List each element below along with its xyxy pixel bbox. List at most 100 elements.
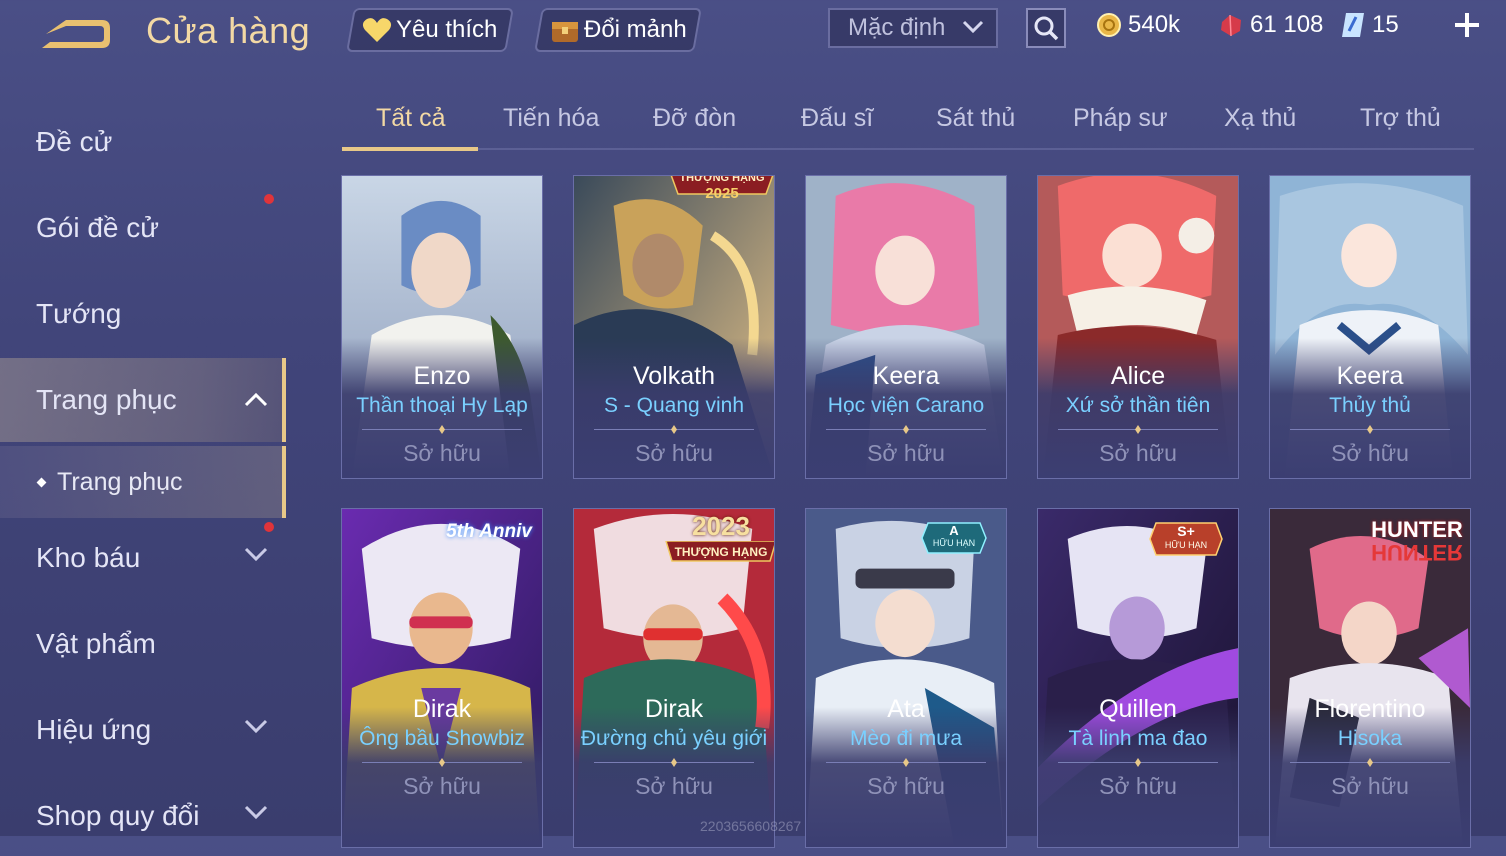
chevron-down-icon: [244, 805, 268, 820]
sidebar-item-items[interactable]: Vật phẩm: [0, 604, 286, 684]
sidebar-item-treasure[interactable]: Kho báu: [0, 518, 286, 598]
skin-card[interactable]: Enzo Thần thoại Hy Lạp Sở hữu: [341, 175, 543, 479]
gem-amount: 61 108: [1250, 11, 1324, 38]
sidebar-item-label: Hiệu ứng: [36, 714, 152, 745]
badge-rank: A: [949, 523, 959, 538]
collab-title-mirrored: HUNTER: [1371, 540, 1463, 565]
sort-value: Mặc định: [848, 14, 946, 41]
badge-year: 2025: [705, 185, 739, 202]
sidebar-item-bundles[interactable]: Gói đề cử: [0, 188, 286, 268]
sidebar-item-label: Kho báu: [36, 542, 141, 573]
collab-badge: HUNTER HUNTER: [1362, 517, 1470, 567]
search-button[interactable]: [1026, 8, 1066, 48]
notification-dot: [264, 194, 274, 204]
skin-name: Tà linh ma đao: [1068, 727, 1208, 750]
search-icon: [1034, 16, 1059, 41]
ownership-status: Sở hữu: [1099, 440, 1177, 466]
badge-tier: THƯỢNG HẠNG: [674, 545, 768, 559]
gold-amount: 540k: [1128, 11, 1181, 38]
sidebar-item-label: Trang phục: [36, 384, 177, 415]
tab-assassin[interactable]: Sát thủ: [936, 104, 1015, 133]
tab-mage[interactable]: Pháp sư: [1073, 104, 1168, 133]
favorites-label: Yêu thích: [396, 16, 498, 43]
badge-tier: THƯỢNG HẠNG: [679, 175, 765, 184]
tab-fighter[interactable]: Đấu sĩ: [801, 104, 873, 133]
skin-card[interactable]: 5th Anniv Dirak Ông bầu Showbiz Sở hữu: [341, 508, 543, 848]
ownership-status: Sở hữu: [867, 440, 945, 466]
skin-card[interactable]: Keera Học viện Carano Sở hữu: [805, 175, 1007, 479]
favorites-button[interactable]: Yêu thích: [346, 8, 514, 52]
red-gem-icon: [1218, 12, 1244, 38]
hero-name: Volkath: [632, 362, 715, 390]
skin-name: Xứ sở thần tiên: [1065, 394, 1211, 417]
premium-badge: 2023 THƯỢNG HẠNG: [664, 511, 774, 567]
top-bar: Cửa hàng Yêu thích Đổi mảnh Mặc định 540…: [0, 0, 1506, 62]
badge-tier: HỮU HẠN: [932, 538, 976, 548]
skin-card[interactable]: 2023 THƯỢNG HẠNG Dirak Đường chủ yêu giớ…: [573, 508, 775, 848]
page-title: Cửa hàng: [146, 10, 311, 51]
chevron-up-icon: [244, 392, 268, 407]
tab-support[interactable]: Trợ thủ: [1360, 104, 1441, 133]
shard-exchange-label: Đổi mảnh: [584, 16, 687, 43]
hero-name: Ata: [887, 695, 925, 723]
sidebar-item-label: Tướng: [36, 298, 122, 329]
role-tabs: Tất cả Tiến hóa Đỡ đòn Đấu sĩ Sát thủ Ph…: [342, 96, 1474, 151]
limited-badge: A HỮU HẠN: [920, 521, 988, 555]
sidebar-item-featured[interactable]: Đề cử: [0, 102, 286, 182]
ownership-status: Sở hữu: [403, 773, 481, 799]
tab-all[interactable]: Tất cả: [376, 104, 445, 133]
voucher-icon: [1340, 11, 1366, 39]
sidebar-item-heroes[interactable]: Tướng: [0, 274, 286, 354]
skin-name: Thủy thủ: [1329, 394, 1411, 417]
ownership-status: Sở hữu: [1331, 773, 1409, 799]
add-currency-button[interactable]: [1452, 10, 1482, 40]
sidebar-item-exchange-shop[interactable]: Shop quy đổi: [0, 776, 286, 856]
back-button[interactable]: [36, 14, 114, 54]
voucher-amount: 15: [1372, 11, 1399, 38]
ownership-status: Sở hữu: [635, 440, 713, 466]
sidebar-item-effects[interactable]: Hiệu ứng: [0, 690, 286, 770]
active-tab-indicator: [342, 147, 478, 151]
skin-card[interactable]: HUNTER HUNTER Florentino Hisoka Sở hữu: [1269, 508, 1471, 848]
tab-tank[interactable]: Đỡ đòn: [653, 104, 736, 133]
hero-name: Enzo: [413, 362, 471, 390]
shard-exchange-button[interactable]: Đổi mảnh: [534, 8, 702, 52]
ownership-status: Sở hữu: [867, 773, 945, 799]
ownership-status: Sở hữu: [1331, 440, 1409, 466]
premium-badge: THƯỢNG HẠNG 2025: [666, 175, 774, 208]
chevron-down-icon: [962, 20, 984, 34]
watermark: 2203656608267: [700, 818, 802, 834]
hero-name: Florentino: [1314, 695, 1426, 723]
skin-card[interactable]: THƯỢNG HẠNG 2025 Volkath S - Quang vinh …: [573, 175, 775, 479]
skin-name: Đường chủ yêu giới: [580, 727, 768, 750]
voucher-balance: 15: [1340, 10, 1399, 40]
ownership-status: Sở hữu: [1099, 773, 1177, 799]
treasure-chest-icon: [548, 15, 582, 45]
sidebar-subitem-skins[interactable]: Trang phục: [0, 446, 286, 518]
sidebar-item-label: Shop quy đổi: [36, 800, 200, 831]
anniversary-badge: 5th Anniv: [434, 511, 542, 551]
badge-year: 2023: [692, 511, 750, 541]
heart-icon: [360, 15, 394, 45]
skin-name: Hisoka: [1337, 727, 1403, 750]
chevron-down-icon: [244, 719, 268, 734]
hero-name: Alice: [1110, 362, 1166, 390]
skin-card[interactable]: Keera Thủy thủ Sở hữu: [1269, 175, 1471, 479]
hero-name: Keera: [1336, 362, 1404, 390]
sidebar-item-label: Vật phẩm: [36, 628, 156, 659]
tab-evolution[interactable]: Tiến hóa: [503, 104, 599, 133]
anniversary-label: 5th Anniv: [446, 521, 532, 542]
bullet-icon: [36, 477, 47, 487]
sidebar-item-label: Đề cử: [36, 126, 113, 157]
skin-card[interactable]: S+ HỮU HẠN Quillen Tà linh ma đao Sở hữu: [1037, 508, 1239, 848]
tab-marksman[interactable]: Xạ thủ: [1224, 104, 1296, 133]
skin-name: S - Quang vinh: [603, 394, 745, 417]
sort-dropdown[interactable]: Mặc định: [828, 8, 998, 48]
ownership-status: Sở hữu: [635, 773, 713, 799]
skin-name: Mèo đi mưa: [849, 727, 963, 750]
skin-card[interactable]: A HỮU HẠN Ata Mèo đi mưa Sở hữu: [805, 508, 1007, 848]
gem-balance: 61 108: [1218, 10, 1323, 40]
skin-card[interactable]: Alice Xứ sở thần tiên Sở hữu: [1037, 175, 1239, 479]
sidebar-item-skins[interactable]: Trang phục: [0, 358, 286, 442]
badge-rank: S+: [1177, 523, 1195, 539]
